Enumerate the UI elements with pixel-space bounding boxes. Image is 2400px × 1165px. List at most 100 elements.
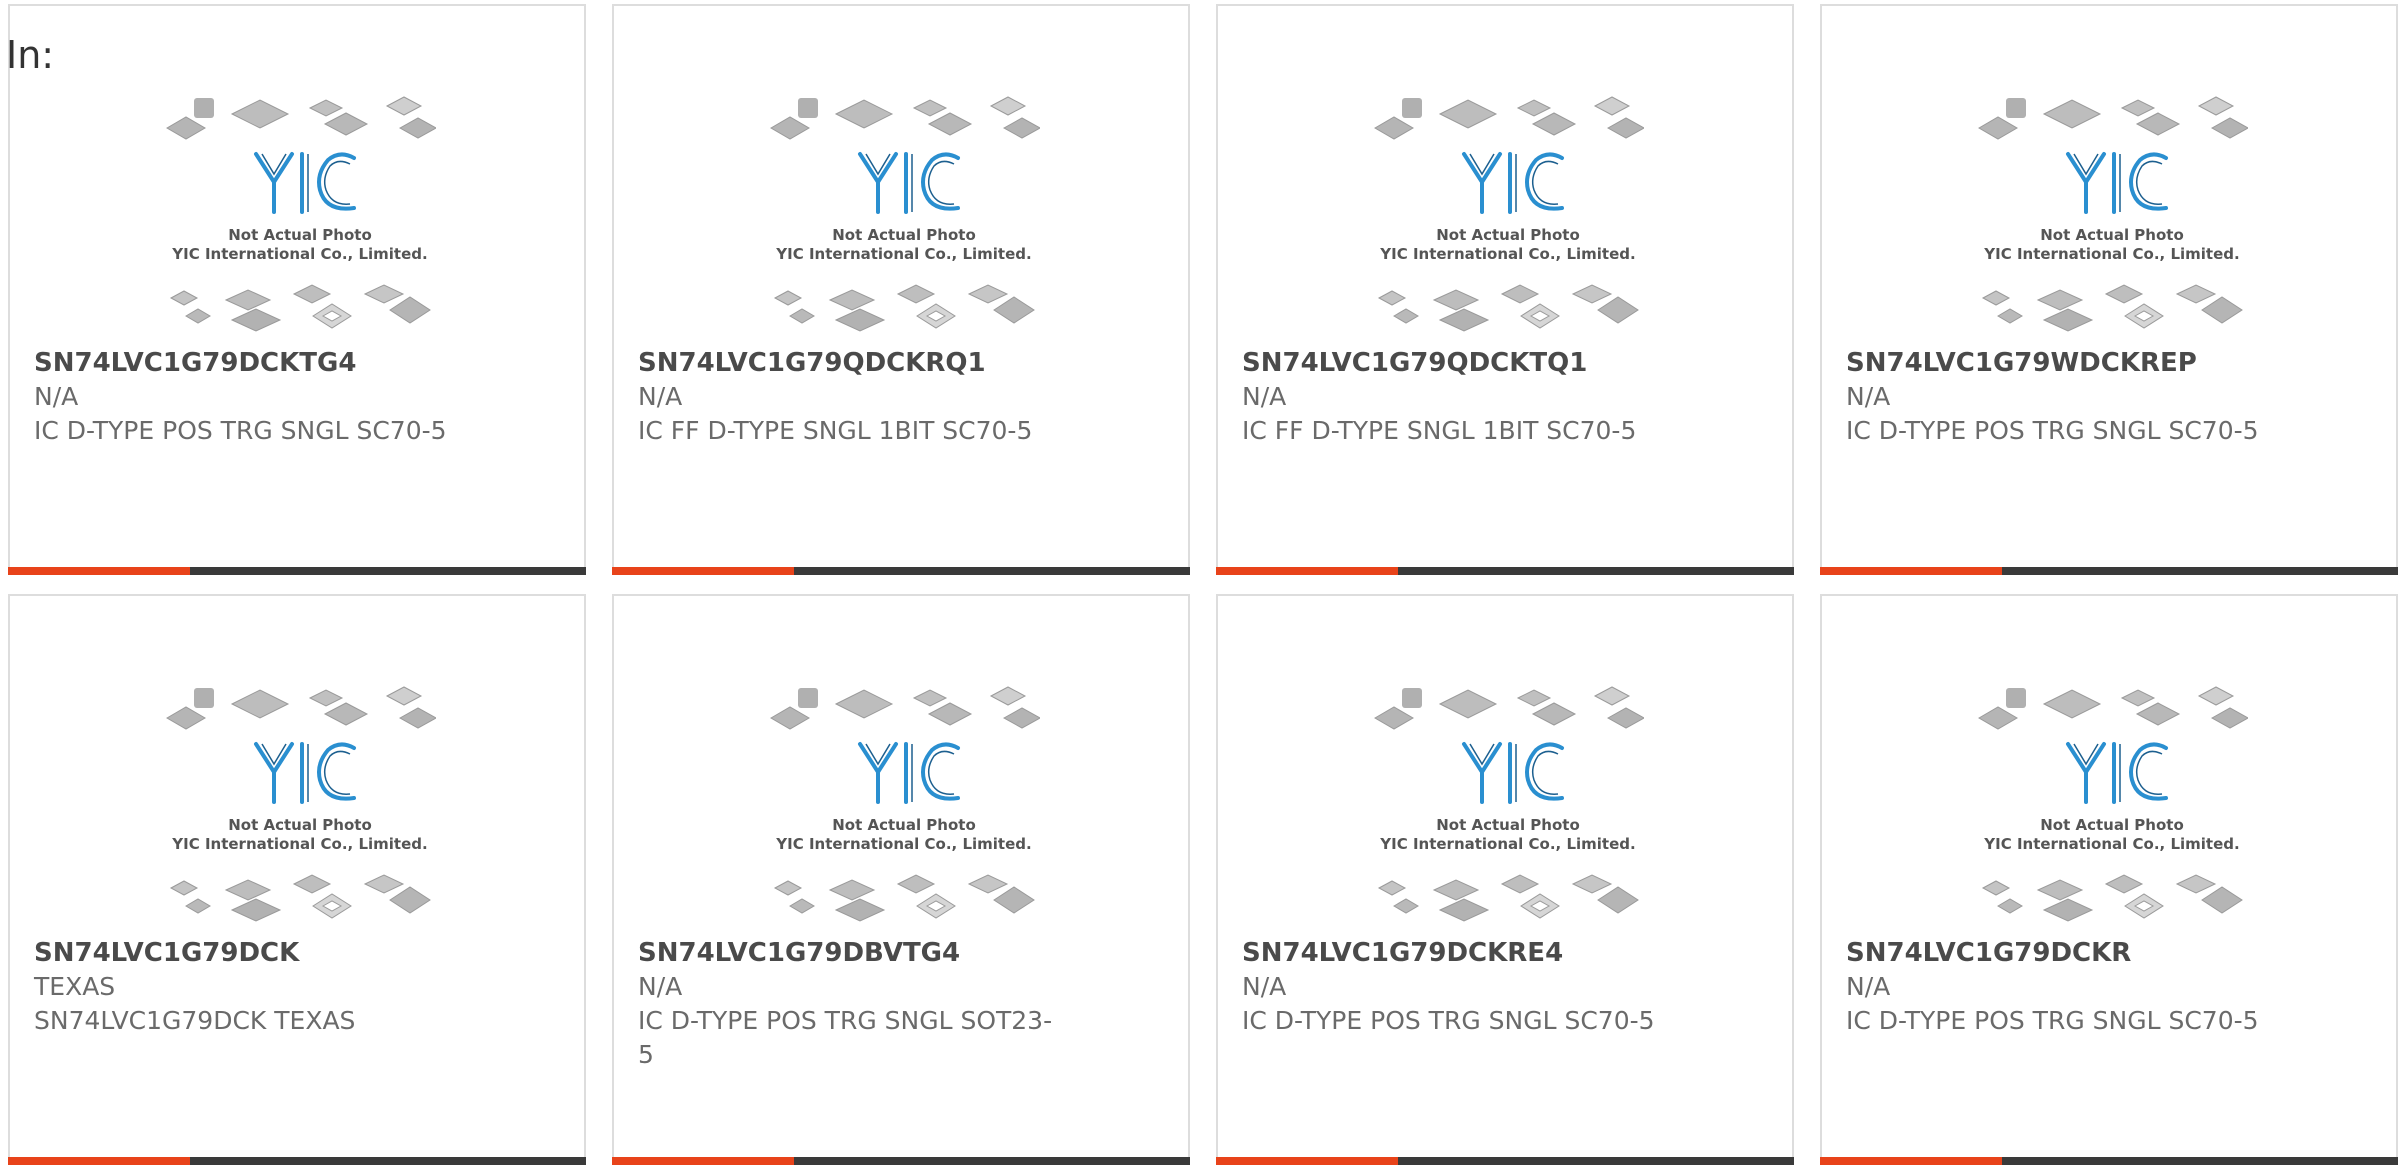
card-footer-bar <box>1216 567 1794 575</box>
chip-shape <box>323 702 369 726</box>
chip-shape <box>230 898 282 922</box>
chip-shape <box>398 117 436 139</box>
chip-shape <box>1997 898 2023 914</box>
chip-shape <box>798 688 818 708</box>
chip-shape <box>1438 99 1498 129</box>
chip-shape <box>1393 308 1419 324</box>
chip-shape <box>834 689 894 719</box>
chip-shape <box>1571 874 1613 894</box>
manufacturer: N/A <box>34 382 79 411</box>
chip-shape <box>2104 874 2144 894</box>
part-number[interactable]: SN74LVC1G79DCK <box>34 936 454 970</box>
chip-shape <box>1978 116 2018 140</box>
product-grid: Not Actual Photo YIC International Co., L… <box>8 4 2398 1165</box>
product-card[interactable]: Not Actual Photo YIC International Co., L… <box>1216 594 1794 1165</box>
chip-shape <box>2135 112 2181 136</box>
product-card[interactable]: Not Actual Photo YIC International Co., L… <box>1216 4 1794 575</box>
chip-shape <box>1997 308 2023 324</box>
chip-shape <box>1531 702 1577 726</box>
chip-shape <box>1597 886 1639 914</box>
product-card[interactable]: Not Actual Photo YIC International Co., L… <box>612 4 1190 575</box>
part-number[interactable]: SN74LVC1G79QDCKTQ1 <box>1242 346 1662 380</box>
photo-caption-line2: YIC International Co., Limited. <box>1379 245 1635 263</box>
photo-caption-line1: Not Actual Photo <box>228 816 372 834</box>
chip-shape <box>927 702 973 726</box>
part-number[interactable]: SN74LVC1G79WDCKREP <box>1846 346 2266 380</box>
card-footer-bar <box>612 567 1190 575</box>
chip-shape <box>770 706 810 730</box>
photo-caption-line1: Not Actual Photo <box>832 226 976 244</box>
chip-shape <box>2120 99 2156 117</box>
card-footer-accent <box>8 1157 190 1165</box>
chip-shape <box>166 706 206 730</box>
chip-shape <box>2042 689 2102 719</box>
photo-caption-line1: Not Actual Photo <box>832 816 976 834</box>
part-number[interactable]: SN74LVC1G79QDCKRQ1 <box>638 346 1058 380</box>
chip-shape <box>2135 702 2181 726</box>
chip-shape <box>912 99 948 117</box>
chip-shape <box>2036 879 2084 901</box>
photo-caption-line1: Not Actual Photo <box>228 226 372 244</box>
chip-shape <box>993 296 1035 324</box>
product-card[interactable]: Not Actual Photo YIC International Co., L… <box>1820 594 2398 1165</box>
chip-shape <box>1438 308 1490 332</box>
chip-shape <box>2210 117 2248 139</box>
chip-shape <box>166 116 206 140</box>
chip-shape <box>1377 290 1407 306</box>
product-info: SN74LVC1G79DBVTG4 N/A IC D-TYPE POS TRG … <box>638 936 1058 1072</box>
chip-shape <box>967 874 1009 894</box>
chip-shape <box>308 99 344 117</box>
chip-shape <box>224 289 272 311</box>
chip-shape <box>1374 116 1414 140</box>
chip-shape <box>1402 688 1422 708</box>
part-number[interactable]: SN74LVC1G79DCKRE4 <box>1242 936 1662 970</box>
part-number[interactable]: SN74LVC1G79DBVTG4 <box>638 936 1058 970</box>
photo-caption-line2: YIC International Co., Limited. <box>775 835 1031 853</box>
product-info: SN74LVC1G79DCKR N/A IC D-TYPE POS TRG SN… <box>1846 936 2266 1038</box>
chip-shape <box>1393 898 1419 914</box>
chip-shape <box>1571 284 1613 304</box>
chip-shape <box>2042 308 2094 332</box>
manufacturer: N/A <box>1242 972 1287 1001</box>
product-info: SN74LVC1G79WDCKREP N/A IC D-TYPE POS TRG… <box>1846 346 2266 448</box>
product-card[interactable]: Not Actual Photo YIC International Co., L… <box>612 594 1190 1165</box>
part-number[interactable]: SN74LVC1G79DCKTG4 <box>34 346 454 380</box>
product-info: SN74LVC1G79DCKTG4 N/A IC D-TYPE POS TRG … <box>34 346 454 448</box>
product-photo: Not Actual Photo YIC International Co., L… <box>1976 94 2248 342</box>
chip-shape <box>1432 289 1480 311</box>
product-description: IC D-TYPE POS TRG SNGL SC70-5 <box>1846 1006 2259 1035</box>
chip-shape <box>2006 688 2026 708</box>
chip-shape <box>789 308 815 324</box>
card-footer-bar <box>1216 1157 1794 1165</box>
product-description: IC FF D-TYPE SNGL 1BIT SC70-5 <box>1242 416 1637 445</box>
chip-shape <box>1374 706 1414 730</box>
product-card[interactable]: Not Actual Photo YIC International Co., L… <box>8 4 586 575</box>
photo-caption-line2: YIC International Co., Limited. <box>171 835 427 853</box>
chip-shape <box>389 296 431 324</box>
chip-shape <box>1500 874 1540 894</box>
photo-caption-line1: Not Actual Photo <box>2040 816 2184 834</box>
chip-shape <box>385 96 423 116</box>
product-card[interactable]: Not Actual Photo YIC International Co., L… <box>1820 4 2398 575</box>
chip-shape <box>1002 117 1040 139</box>
not-actual-photo-image: Not Actual PhotoYIC International Co., L… <box>1374 686 1644 922</box>
chip-shape <box>1402 98 1422 118</box>
card-footer-bar <box>1820 1157 2398 1165</box>
photo-caption-line2: YIC International Co., Limited. <box>1983 245 2239 263</box>
photo-caption-line2: YIC International Co., Limited. <box>171 245 427 263</box>
chip-shape <box>2197 686 2235 706</box>
filter-prefix-label: In: <box>6 33 55 77</box>
photo-caption-line2: YIC International Co., Limited. <box>1983 835 2239 853</box>
not-actual-photo-image: Not Actual PhotoYIC International Co., L… <box>1978 686 2248 922</box>
chip-shape <box>2042 99 2102 129</box>
chip-shape <box>398 707 436 729</box>
chip-shape <box>773 880 803 896</box>
part-number[interactable]: SN74LVC1G79DCKR <box>1846 936 2266 970</box>
chip-shape <box>2036 289 2084 311</box>
product-card[interactable]: Not Actual Photo YIC International Co., L… <box>8 594 586 1165</box>
chip-shape <box>798 98 818 118</box>
chip-shape <box>1500 284 1540 304</box>
chip-shape <box>770 116 810 140</box>
chip-shape <box>292 284 332 304</box>
chip-shape <box>185 898 211 914</box>
